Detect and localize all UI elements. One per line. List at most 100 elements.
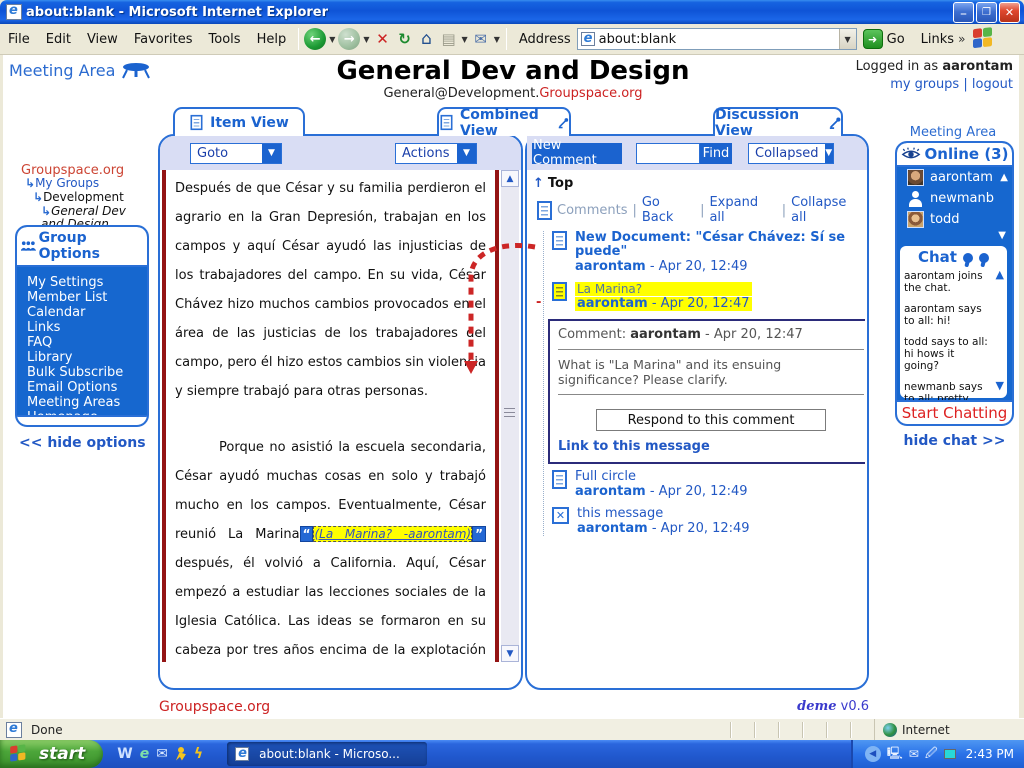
- collapse-all-link[interactable]: Collapse all: [791, 195, 865, 225]
- actions-dropdown[interactable]: Actions: [395, 143, 477, 164]
- collapse-mode-dropdown[interactable]: Collapsed: [748, 143, 834, 164]
- comments-link[interactable]: Comments: [557, 203, 627, 218]
- winamp-icon[interactable]: ϟ: [194, 747, 203, 761]
- thread-item-new-document[interactable]: New Document: "César Chávez: Sí se puede…: [552, 231, 865, 274]
- logged-in-username: aarontam: [942, 59, 1013, 74]
- scroll-up-icon[interactable]: [501, 170, 519, 187]
- logout-link[interactable]: logout: [972, 77, 1013, 92]
- links-chevron-icon[interactable]: »: [958, 32, 965, 46]
- links-menu[interactable]: Links: [921, 32, 954, 47]
- network-icon[interactable]: 🖳: [887, 744, 903, 765]
- word-icon[interactable]: W: [117, 747, 132, 761]
- address-label: Address: [519, 32, 571, 47]
- find-button[interactable]: Find: [700, 143, 732, 164]
- tab-discussion-view[interactable]: Discussion View: [713, 107, 843, 136]
- my-groups-link[interactable]: my groups: [890, 77, 959, 92]
- forward-button[interactable]: [338, 28, 360, 50]
- window-titlebar[interactable]: about:blank - Microsoft Internet Explore…: [0, 0, 1024, 24]
- goto-dropdown[interactable]: Goto: [190, 143, 282, 164]
- respond-button[interactable]: Respond to this comment: [596, 409, 826, 431]
- stop-icon[interactable]: ✕: [373, 29, 393, 49]
- hide-options-link[interactable]: << hide options: [19, 435, 146, 451]
- expand-all-link[interactable]: Expand all: [709, 195, 776, 225]
- sidebar-item-links[interactable]: Links: [27, 320, 147, 335]
- status-bar: Done Internet: [0, 718, 1024, 740]
- sidebar-item-faq[interactable]: FAQ: [27, 335, 147, 350]
- forward-dropdown-icon[interactable]: ▼: [363, 35, 369, 44]
- top-link[interactable]: Top: [548, 176, 573, 191]
- new-comment-button[interactable]: New Comment: [532, 143, 622, 164]
- sidebar-item-meeting-areas[interactable]: Meeting Areas: [27, 395, 147, 410]
- dropdown-arrow-icon[interactable]: [457, 144, 476, 163]
- minimize-button[interactable]: [953, 2, 974, 23]
- tab-item-view[interactable]: Item View: [173, 107, 305, 136]
- ie-quicklaunch-icon[interactable]: e: [140, 747, 150, 761]
- sidebar-item-calendar[interactable]: Calendar: [27, 305, 147, 320]
- dropdown-arrow-icon[interactable]: [262, 144, 281, 163]
- mail-dropdown-icon[interactable]: ▼: [494, 35, 500, 44]
- address-dropdown-icon[interactable]: ▼: [839, 29, 856, 49]
- menu-edit[interactable]: Edit: [38, 29, 79, 50]
- tray-collapse-icon[interactable]: ◀: [865, 746, 881, 762]
- tree-item-my-groups[interactable]: ↳My Groups: [25, 177, 145, 190]
- start-button[interactable]: start: [0, 740, 103, 768]
- member-row-newmanb[interactable]: newmanb: [897, 188, 1012, 209]
- tab-combined-view[interactable]: Combined View: [437, 107, 571, 136]
- link-to-message[interactable]: Link to this message: [558, 439, 864, 454]
- tree-item-development[interactable]: ↳Development: [33, 191, 145, 204]
- start-chatting-link[interactable]: Start Chatting: [902, 404, 1008, 422]
- member-row-todd[interactable]: todd: [897, 209, 1012, 230]
- back-dropdown-icon[interactable]: ▼: [329, 35, 335, 44]
- footer-site-link[interactable]: Groupspace.org: [159, 699, 270, 715]
- windows-flag-icon: [10, 744, 28, 764]
- sidebar-item-my-settings[interactable]: My Settings: [27, 275, 147, 290]
- maximize-button[interactable]: [976, 2, 997, 23]
- close-quote-icon[interactable]: ”: [472, 526, 486, 542]
- go-button[interactable]: Go: [863, 29, 905, 49]
- sidebar-item-email-options[interactable]: Email Options: [27, 380, 147, 395]
- menu-tools[interactable]: Tools: [201, 29, 249, 50]
- find-input[interactable]: [636, 143, 700, 164]
- menu-view[interactable]: View: [79, 29, 126, 50]
- address-input[interactable]: about:blank ▼: [577, 28, 857, 50]
- aim-icon[interactable]: [175, 747, 187, 762]
- member-row-aarontam[interactable]: aarontam ▲: [897, 167, 1012, 188]
- scroll-down-icon[interactable]: [501, 645, 519, 662]
- sidebar-item-bulk-subscribe[interactable]: Bulk Subscribe: [27, 365, 147, 380]
- go-back-link[interactable]: Go Back: [642, 195, 695, 225]
- history-dropdown-icon[interactable]: ▼: [462, 35, 468, 44]
- tray-app-icon[interactable]: [944, 749, 956, 759]
- volume-icon[interactable]: 🖉: [925, 744, 938, 765]
- scroll-down-icon[interactable]: ▼: [998, 230, 1006, 242]
- taskbar-task-button[interactable]: about:blank - Microso...: [227, 742, 427, 766]
- sidebar-item-library[interactable]: Library: [27, 350, 147, 365]
- mail-icon[interactable]: ✉: [471, 29, 491, 49]
- thread-item-this-message[interactable]: this message aarontam - Apr 20, 12:49: [552, 507, 865, 536]
- scroll-up-icon[interactable]: ▲: [1000, 172, 1008, 183]
- discussion-pin-icon: [829, 116, 841, 130]
- dropdown-arrow-icon[interactable]: [825, 144, 834, 163]
- refresh-icon[interactable]: ↻: [395, 29, 415, 49]
- tray-mail-icon[interactable]: ✉: [909, 747, 919, 761]
- scrollbar-grip[interactable]: [504, 408, 515, 417]
- outlook-icon[interactable]: ✉: [156, 747, 168, 761]
- menu-help[interactable]: Help: [249, 29, 295, 50]
- thread-item-full-circle[interactable]: Full circle aarontam - Apr 20, 12:49: [552, 470, 865, 499]
- chat-scroll-up-icon[interactable]: ▲: [996, 268, 1004, 281]
- footer-version[interactable]: deme v0.6: [703, 699, 869, 714]
- back-button[interactable]: [304, 28, 326, 50]
- close-button[interactable]: [999, 2, 1020, 23]
- page-title: General Dev and Design: [163, 56, 863, 86]
- thread-item-la-marina[interactable]: La Marina? aarontam - Apr 20, 12:47: [552, 282, 865, 311]
- home-icon[interactable]: ⌂: [417, 29, 437, 49]
- hide-chat-link[interactable]: hide chat >>: [895, 433, 1014, 449]
- chat-title: Chat: [918, 248, 957, 266]
- chat-scroll-down-icon[interactable]: ▼: [996, 379, 1004, 392]
- meeting-area-label: Meeting Area: [9, 61, 151, 80]
- history-icon[interactable]: ▤: [439, 29, 459, 49]
- sidebar-item-member-list[interactable]: Member List: [27, 290, 147, 305]
- menu-favorites[interactable]: Favorites: [126, 29, 201, 50]
- inline-annotation[interactable]: (La Marina? -aarontam): [313, 526, 472, 542]
- menu-file[interactable]: File: [0, 29, 38, 50]
- open-quote-icon[interactable]: “: [300, 526, 314, 542]
